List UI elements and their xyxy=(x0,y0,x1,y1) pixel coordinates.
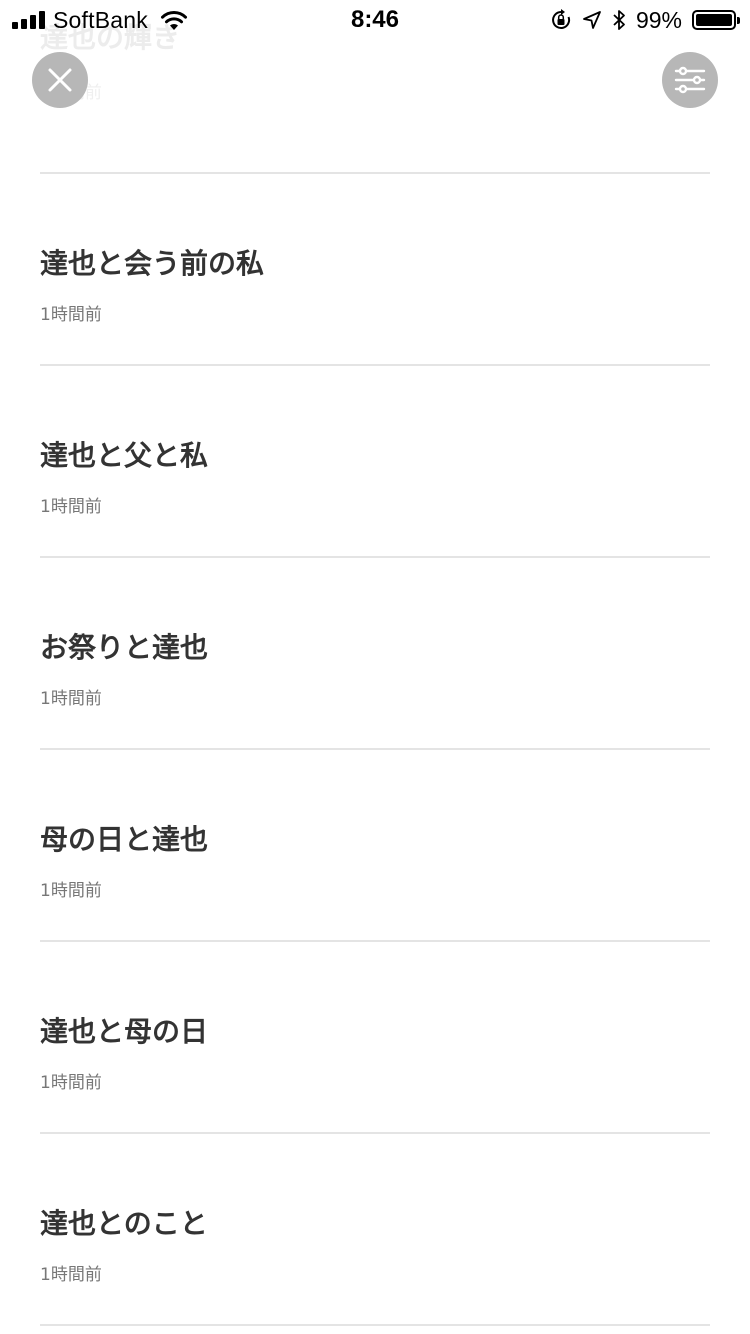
filter-button[interactable] xyxy=(662,52,718,108)
post-timestamp: 1時間前 xyxy=(40,1073,102,1093)
status-bar: SoftBank 8:46 99% xyxy=(0,0,750,40)
post-title: 達也と母の日 xyxy=(40,1015,209,1048)
post-title: 母の日と達也 xyxy=(40,823,209,856)
battery-level xyxy=(696,14,732,26)
list-item[interactable]: 達也と父と私 1時間前 xyxy=(40,366,710,558)
post-timestamp: 1時間前 xyxy=(40,881,102,901)
post-timestamp: 1時間前 xyxy=(40,689,102,709)
battery-percent: 99% xyxy=(635,6,682,33)
close-button[interactable] xyxy=(32,52,88,108)
battery-icon xyxy=(692,10,740,30)
post-title: 達也と会う前の私 xyxy=(40,247,265,280)
bluetooth-icon xyxy=(613,10,625,30)
location-icon xyxy=(583,11,601,29)
post-timestamp: 1時間前 xyxy=(40,305,102,325)
filter-sliders-icon xyxy=(674,66,706,94)
list-item[interactable]: 母の日と達也 1時間前 xyxy=(40,750,710,942)
post-title: お祭りと達也 xyxy=(40,631,209,664)
post-timestamp: 1時間前 xyxy=(40,497,102,517)
post-timestamp: 1時間前 xyxy=(40,1265,102,1285)
post-title: 達也とのこと xyxy=(40,1207,208,1240)
close-icon xyxy=(48,68,72,92)
orientation-lock-icon xyxy=(552,9,570,29)
list-item[interactable]: 達也と会う前の私 1時間前 xyxy=(40,174,710,366)
post-title: 達也と父と私 xyxy=(40,439,209,472)
list-item[interactable]: 達也と母の日 1時間前 xyxy=(40,942,710,1134)
list-item[interactable]: 達也とのこと 1時間前 xyxy=(40,1134,710,1326)
list-item[interactable]: お祭りと達也 1時間前 xyxy=(40,558,710,750)
